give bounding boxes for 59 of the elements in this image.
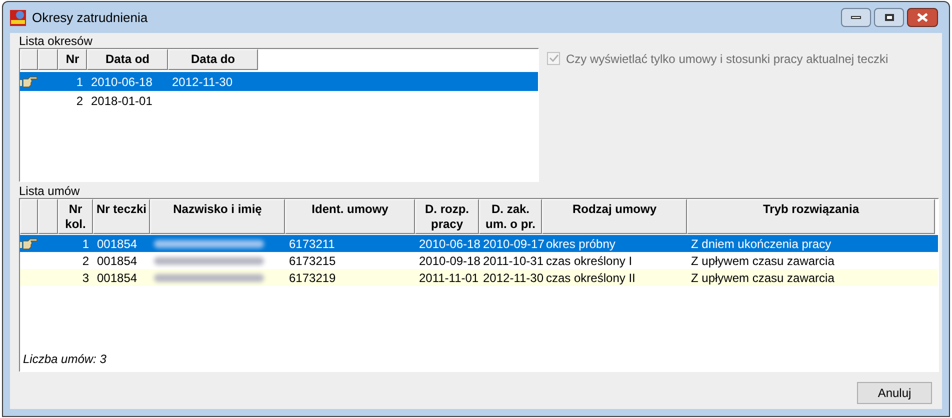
table-cell: 2010-09-18 [419,254,480,268]
table-cell: 2018-01-01 [91,94,152,108]
table-cell: 2012-11-30 [172,74,232,88]
column-header[interactable]: Nr kol. [58,199,93,234]
table-cell: 2012-11-30 [483,270,544,284]
pointing-hand-icon [20,238,38,250]
table-row[interactable]: 2 001854 6173215 2010-09-18 2011-10-31 czas określony I Z upływem czasu zawarcia [20,252,938,269]
table-row[interactable]: 1 001854 6173211 2010-06-18 2010-09-17 okres próbny Z dniem ukończenia pracy [20,235,938,252]
cancel-button[interactable]: Anuluj [857,382,932,404]
column-header[interactable] [38,199,58,234]
table-cell: Z upływem czasu zawarcia [691,270,834,284]
section-label: Lista okresów [19,34,94,48]
column-header[interactable]: Rodzaj umowy [542,199,687,234]
table-cell: okres próbny [546,236,616,250]
table-cell: 2 [76,94,83,108]
column-header[interactable]: Nr [58,49,87,70]
close-button[interactable] [907,8,938,27]
column-header[interactable]: Data od [87,49,168,70]
table-cell: 001854 [97,236,138,250]
column-header[interactable]: D. rozp. pracy [415,199,479,234]
column-header[interactable]: Ident. umowy [285,199,415,234]
column-header[interactable]: D. zak. um. o pr. [479,199,542,234]
table-cell: 1 [76,74,83,88]
table-cell: Z upływem czasu zawarcia [691,254,834,268]
checkbox-label: Czy wyświetlać tylko umowy i stosunki pracy aktualnej teczki [566,50,888,68]
table-cell: czas określony I [546,254,632,268]
table-cell: 001854 [97,270,138,284]
close-icon [917,13,928,22]
table-cell: czas określony II [546,270,636,284]
table-row[interactable]: 1 2010-06-18 2012-11-30 [20,72,538,91]
table-cell: 2010-09-17 [483,236,544,250]
table-row[interactable]: 2 2018-01-01 [20,91,538,110]
table-cell: 6173211 [289,236,335,250]
column-header[interactable]: Data do [168,49,258,70]
column-header[interactable]: Nr teczki [93,199,150,234]
column-header[interactable]: Nazwisko i imię [150,199,285,234]
section-label: Lista umów [19,184,81,198]
table-cell: 2 [82,254,89,268]
table-cell: 1 [82,236,89,250]
contract-count: Liczba umów: 3 [22,351,108,368]
table-row[interactable]: 3 001854 6173219 2011-11-01 2012-11-30 czas określony II Z upływem czasu zawarcia [20,269,938,286]
maximize-button[interactable] [874,8,904,27]
column-header[interactable] [38,49,58,70]
table-cell: Z dniem ukończenia pracy [691,236,832,250]
table-cell: 2010-06-18 [419,236,480,250]
table-cell: 3 [82,270,89,284]
column-header[interactable] [20,199,38,234]
table-cell: 2011-11-01 [419,270,479,284]
table-cell: 001854 [97,254,138,268]
table-cell: 2011-10-31 [483,254,544,268]
table-cell: 6173215 [289,254,336,268]
app-icon [10,10,26,26]
pointing-hand-icon [20,76,38,88]
column-header[interactable]: Tryb rozwiązania [687,199,935,234]
column-header[interactable] [20,49,38,70]
minimize-button[interactable] [841,8,871,27]
table-cell: 2010-06-18 [91,74,152,88]
table-cell: 6173219 [289,270,336,284]
window-title: Okresy zatrudnienia [32,8,148,27]
